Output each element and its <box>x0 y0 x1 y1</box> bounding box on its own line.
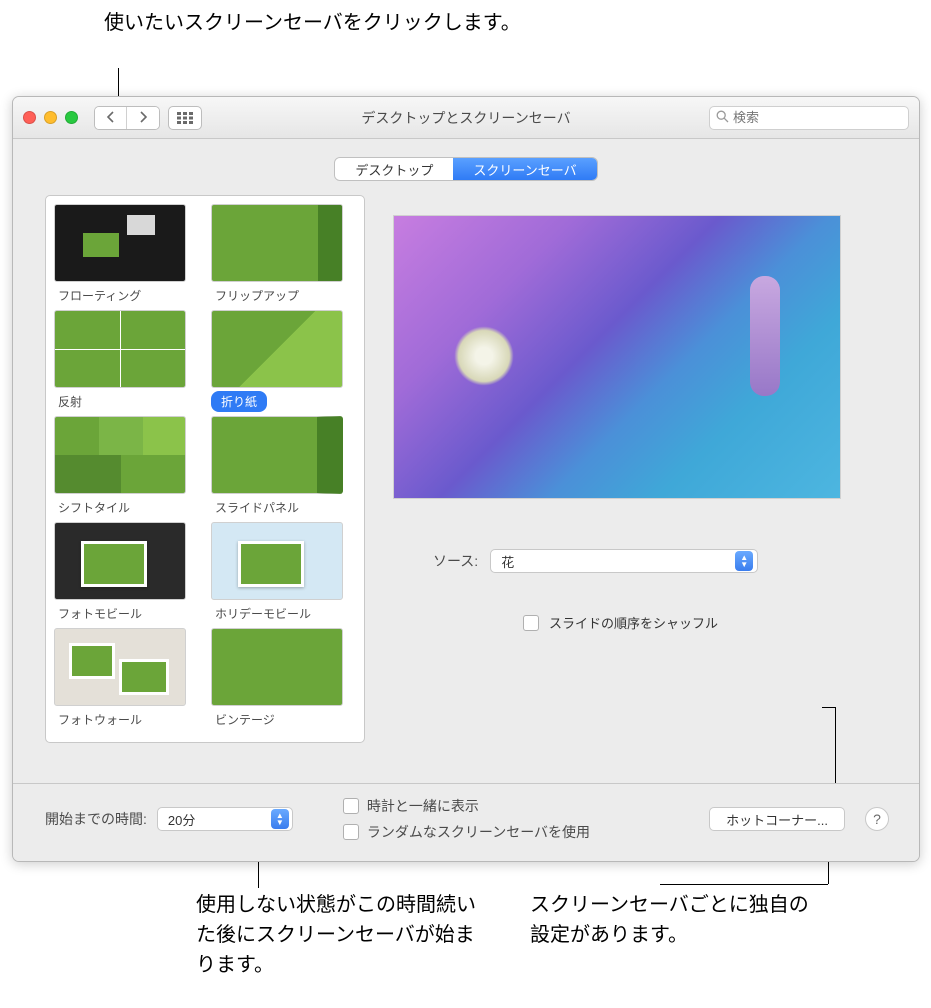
source-popup[interactable]: 花 ▲▼ <box>490 549 758 573</box>
random-checkbox[interactable] <box>343 824 359 840</box>
start-time-label: 開始までの時間: <box>45 809 147 829</box>
callout-line <box>660 884 828 885</box>
search-icon <box>716 110 729 126</box>
saver-thumb <box>54 416 186 494</box>
saver-thumb <box>211 416 343 494</box>
start-time-popup[interactable]: 20分 ▲▼ <box>157 807 293 831</box>
saver-thumb <box>211 310 343 388</box>
saver-label: フォトモビール <box>54 603 146 624</box>
source-row: ソース: 花 ▲▼ <box>393 549 889 573</box>
start-time-value: 20分 <box>168 810 195 829</box>
saver-thumb <box>54 204 186 282</box>
traffic-lights <box>23 111 78 124</box>
saver-item-flipup[interactable]: フリップアップ <box>211 204 356 306</box>
saver-item-photowall[interactable]: フォトウォール <box>54 628 199 730</box>
saver-label: ホリデーモビール <box>211 603 315 624</box>
show-clock-label: 時計と一緒に表示 <box>367 796 479 816</box>
source-value: 花 <box>501 552 514 571</box>
saver-label: スライドパネル <box>211 497 303 518</box>
saver-label: シフトタイル <box>54 497 134 518</box>
checkbox-group: 時計と一緒に表示 ランダムなスクリーンセーバを使用 <box>343 796 590 842</box>
shuffle-row: スライドの順序をシャッフル <box>393 613 889 632</box>
minimize-button[interactable] <box>44 111 57 124</box>
content-area: フローティング フリップアップ 反射 折り紙 シフトタイル スライドパネル <box>13 195 919 759</box>
source-label: ソース: <box>433 551 478 571</box>
saver-thumb <box>54 628 186 706</box>
grid-icon <box>177 112 193 124</box>
segmented-control: デスクトップ スクリーンセーバ <box>334 157 597 181</box>
search-box[interactable] <box>709 106 909 130</box>
saver-label-selected: 折り紙 <box>211 391 267 412</box>
show-clock-row: 時計と一緒に表示 <box>343 796 590 816</box>
back-button[interactable] <box>95 107 127 129</box>
saver-item-floating[interactable]: フローティング <box>54 204 199 306</box>
search-input[interactable] <box>733 110 909 125</box>
screensaver-preview[interactable] <box>393 215 841 499</box>
saver-item-holidaymobile[interactable]: ホリデーモビール <box>211 522 356 624</box>
saver-label: フリップアップ <box>211 285 303 306</box>
saver-thumb <box>54 522 186 600</box>
footer-row: 開始までの時間: 20分 ▲▼ 時計と一緒に表示 ランダムなスクリーンセーバを使… <box>45 796 889 842</box>
saver-label: ビンテージ <box>211 709 279 730</box>
tab-desktop[interactable]: デスクトップ <box>335 158 453 180</box>
saver-item-origami[interactable]: 折り紙 <box>211 310 356 412</box>
hot-corners-button[interactable]: ホットコーナー... <box>709 807 845 831</box>
help-button[interactable]: ? <box>865 807 889 831</box>
saver-thumb <box>211 522 343 600</box>
forward-button[interactable] <box>127 107 159 129</box>
callout-bottom-left: 使用しない状態がこの時間続いた後にスクリーンセーバが始まります。 <box>196 890 476 980</box>
popup-arrows-icon: ▲▼ <box>271 809 289 829</box>
saver-item-shifttile[interactable]: シフトタイル <box>54 416 199 518</box>
callout-top: 使いたいスクリーンセーバをクリックします。 <box>104 8 521 38</box>
chevron-right-icon <box>138 111 148 123</box>
tab-row: デスクトップ スクリーンセーバ <box>13 139 919 195</box>
saver-thumb <box>211 204 343 282</box>
nav-buttons <box>94 106 160 130</box>
system-preferences-window: デスクトップとスクリーンセーバ デスクトップ スクリーンセーバ フローティング … <box>12 96 920 862</box>
saver-item-vintage[interactable]: ビンテージ <box>211 628 356 730</box>
callout-bottom-right: スクリーンセーバごとに独自の設定があります。 <box>530 890 810 950</box>
help-icon: ? <box>873 811 881 827</box>
preview-panel: ソース: 花 ▲▼ スライドの順序をシャッフル <box>373 195 889 759</box>
popup-arrows-icon: ▲▼ <box>735 551 753 571</box>
saver-label: フローティング <box>54 285 145 306</box>
saver-item-photomobile[interactable]: フォトモビール <box>54 522 199 624</box>
show-all-button[interactable] <box>168 106 202 130</box>
close-button[interactable] <box>23 111 36 124</box>
chevron-left-icon <box>106 111 116 123</box>
random-label: ランダムなスクリーンセーバを使用 <box>367 822 590 842</box>
maximize-button[interactable] <box>65 111 78 124</box>
tab-screensaver[interactable]: スクリーンセーバ <box>453 158 596 180</box>
show-clock-checkbox[interactable] <box>343 798 359 814</box>
saver-label: フォトウォール <box>54 709 146 730</box>
footer: 開始までの時間: 20分 ▲▼ 時計と一緒に表示 ランダムなスクリーンセーバを使… <box>13 783 919 861</box>
saver-thumb <box>54 310 186 388</box>
shuffle-checkbox[interactable] <box>523 615 539 631</box>
random-row: ランダムなスクリーンセーバを使用 <box>343 822 590 842</box>
saver-thumb <box>211 628 343 706</box>
shuffle-label: スライドの順序をシャッフル <box>549 613 718 632</box>
saver-item-slidepanel[interactable]: スライドパネル <box>211 416 356 518</box>
saver-item-reflection[interactable]: 反射 <box>54 310 199 412</box>
screensaver-list[interactable]: フローティング フリップアップ 反射 折り紙 シフトタイル スライドパネル <box>45 195 365 743</box>
saver-label: 反射 <box>54 391 86 412</box>
titlebar: デスクトップとスクリーンセーバ <box>13 97 919 139</box>
